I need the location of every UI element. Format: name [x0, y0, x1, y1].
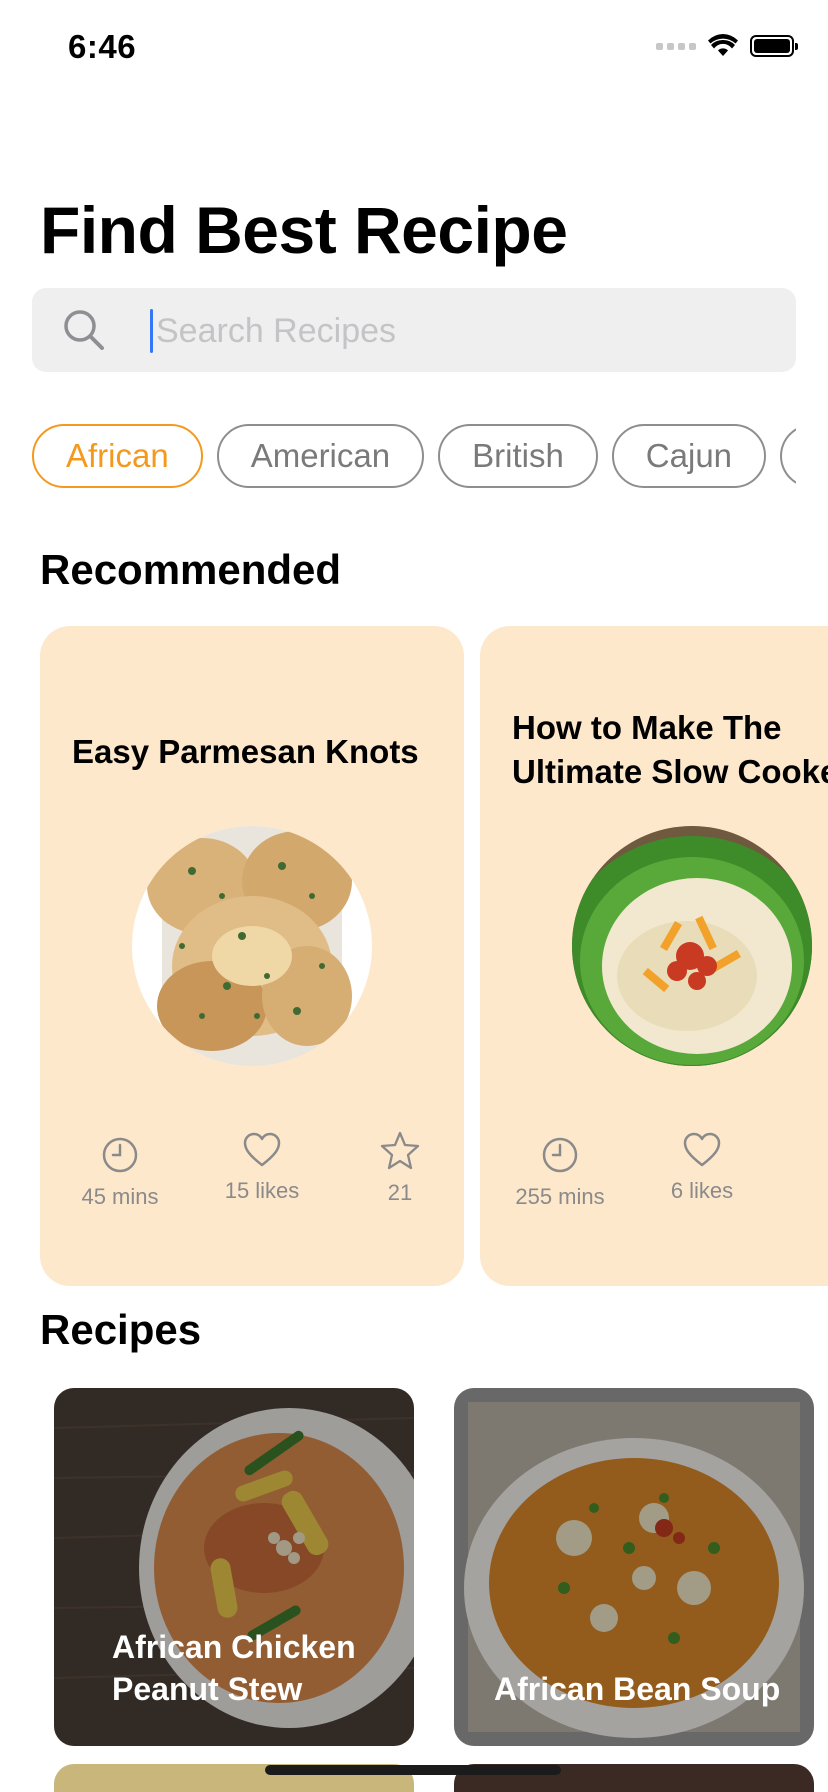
likes: 6 likes	[652, 1132, 752, 1204]
search-input[interactable]	[154, 300, 758, 362]
recipe-stats: 45 mins 15 likes 21	[40, 1131, 464, 1226]
status-indicators	[656, 34, 798, 58]
likes-label: 6 likes	[670, 1178, 734, 1203]
cook-time-label: 255 mins	[515, 1184, 605, 1209]
recipe-photo-slow-cooker-soup	[572, 826, 812, 1066]
search-icon	[64, 310, 104, 350]
recipe-name: African Chicken Peanut Stew	[112, 1629, 356, 1707]
wifi-icon	[708, 34, 738, 56]
recipe-title: Easy Parmesan Knots	[72, 733, 419, 770]
category-chip-next[interactable]	[780, 424, 796, 488]
recommended-heading: Recommended	[40, 546, 342, 593]
recipe-tile[interactable]: African Bean Soup	[454, 1388, 814, 1746]
recommended-carousel[interactable]: Easy Parmesan Knots 45 mins 15 likes 21 …	[40, 626, 828, 1286]
search-bar[interactable]	[32, 288, 796, 372]
recipe-tile[interactable]: African Chicken Peanut Stew	[54, 1388, 414, 1746]
recommended-card[interactable]: Easy Parmesan Knots 45 mins 15 likes 21	[40, 626, 464, 1286]
status-bar: 6:46	[0, 0, 828, 100]
recipe-photo-parmesan-knots	[132, 826, 372, 1066]
category-chip-cajun[interactable]: Cajun	[611, 424, 767, 488]
likes: 15 likes	[212, 1132, 312, 1204]
star-icon	[380, 1131, 420, 1170]
recipe-stats: 255 mins 6 likes	[480, 1132, 828, 1226]
category-chip-american[interactable]: American	[216, 424, 425, 488]
rating: 21	[370, 1130, 430, 1206]
recipe-title-line-2: Ultimate Slow Cooke	[512, 753, 828, 790]
recipe-title-line-1: How to Make The	[512, 709, 782, 746]
text-cursor	[150, 309, 153, 353]
category-chips: African American British Cajun	[32, 424, 796, 492]
clock-icon	[542, 1137, 578, 1173]
home-indicator[interactable]	[265, 1765, 561, 1775]
cellular-signal-icon	[656, 42, 696, 50]
cook-time: 45 mins	[70, 1136, 170, 1210]
recipes-heading: Recipes	[40, 1306, 202, 1353]
status-time: 6:46	[68, 28, 137, 65]
heart-icon	[683, 1132, 721, 1167]
clock-icon	[102, 1137, 138, 1173]
category-chip-african[interactable]: African	[32, 424, 203, 488]
heart-icon	[243, 1132, 281, 1167]
recipe-name: African Bean Soup	[494, 1671, 781, 1707]
page-title: Find Best Recipe	[40, 193, 568, 267]
category-chip-british[interactable]: British	[438, 424, 598, 488]
rating-label: 21	[387, 1180, 413, 1205]
battery-icon	[750, 35, 798, 57]
recipes-grid: African Chicken Peanut Stew African Bean…	[54, 1388, 828, 1792]
cook-time: 255 mins	[510, 1136, 610, 1210]
recommended-card[interactable]: How to Make The Ultimate Slow Cooke 255 …	[480, 626, 828, 1286]
cook-time-label: 45 mins	[81, 1184, 159, 1209]
likes-label: 15 likes	[224, 1178, 300, 1203]
